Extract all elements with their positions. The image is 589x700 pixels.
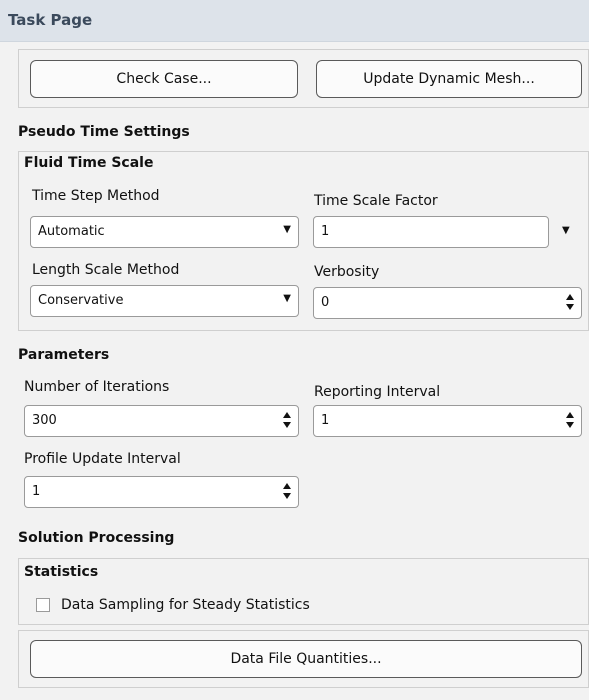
statistics-group bbox=[18, 558, 589, 625]
reporting-interval-value: 1 bbox=[321, 413, 330, 428]
solution-processing-heading: Solution Processing bbox=[18, 530, 175, 546]
fluid-time-scale-heading: Fluid Time Scale bbox=[24, 155, 154, 171]
verbosity-spinner[interactable]: 0 bbox=[313, 287, 582, 319]
data-file-quantities-button[interactable]: Data File Quantities... bbox=[30, 640, 582, 678]
chevron-down-icon: ▼ bbox=[283, 224, 291, 235]
data-sampling-label[interactable]: Data Sampling for Steady Statistics bbox=[61, 597, 310, 613]
spin-arrows-icon[interactable] bbox=[283, 481, 293, 503]
reporting-interval-spinner[interactable]: 1 bbox=[313, 405, 582, 437]
profile-update-interval-label: Profile Update Interval bbox=[24, 451, 181, 467]
iterations-spinner[interactable]: 300 bbox=[24, 405, 299, 437]
length-scale-method-value: Conservative bbox=[38, 293, 124, 308]
chevron-down-icon: ▼ bbox=[283, 293, 291, 304]
time-scale-factor-dropdown-icon[interactable]: ▼ bbox=[562, 225, 570, 236]
pseudo-time-settings-heading: Pseudo Time Settings bbox=[18, 124, 190, 140]
profile-update-interval-spinner[interactable]: 1 bbox=[24, 476, 299, 508]
data-sampling-checkbox[interactable] bbox=[36, 598, 50, 612]
check-case-button[interactable]: Check Case... bbox=[30, 60, 298, 98]
iterations-label: Number of Iterations bbox=[24, 379, 170, 395]
time-step-method-value: Automatic bbox=[38, 224, 105, 239]
iterations-value: 300 bbox=[32, 413, 57, 428]
verbosity-value: 0 bbox=[321, 295, 330, 310]
length-scale-method-dropdown[interactable]: Conservative ▼ bbox=[30, 285, 299, 317]
spin-arrows-icon[interactable] bbox=[283, 410, 293, 432]
statistics-heading: Statistics bbox=[24, 564, 99, 580]
profile-update-interval-value: 1 bbox=[32, 484, 41, 499]
update-dynamic-mesh-button[interactable]: Update Dynamic Mesh... bbox=[316, 60, 582, 98]
verbosity-label: Verbosity bbox=[314, 264, 380, 280]
parameters-heading: Parameters bbox=[18, 347, 110, 363]
time-scale-factor-value: 1 bbox=[321, 224, 330, 239]
spin-arrows-icon[interactable] bbox=[566, 292, 576, 314]
time-scale-factor-label: Time Scale Factor bbox=[314, 193, 438, 209]
time-step-method-label: Time Step Method bbox=[32, 188, 160, 204]
time-scale-factor-input[interactable]: 1 bbox=[313, 216, 549, 248]
reporting-interval-label: Reporting Interval bbox=[314, 384, 441, 400]
length-scale-method-label: Length Scale Method bbox=[32, 262, 180, 278]
page-title: Task Page bbox=[8, 11, 93, 29]
time-step-method-dropdown[interactable]: Automatic ▼ bbox=[30, 216, 299, 248]
spin-arrows-icon[interactable] bbox=[566, 410, 576, 432]
task-page-header: Task Page bbox=[0, 0, 589, 42]
